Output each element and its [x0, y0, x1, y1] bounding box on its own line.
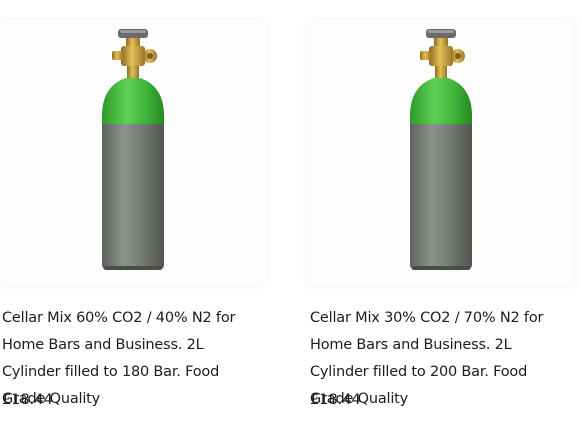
product-image[interactable]	[308, 20, 574, 286]
product-card[interactable]: Cellar Mix 60% CO2 / 40% N2 for Home Bar…	[0, 0, 272, 426]
product-image[interactable]	[0, 20, 266, 286]
product-card[interactable]: Cellar Mix 30% CO2 / 70% N2 for Home Bar…	[308, 0, 580, 426]
product-price: £18.44	[2, 392, 53, 408]
gas-cylinder-icon	[102, 29, 164, 270]
product-grid: Cellar Mix 60% CO2 / 40% N2 for Home Bar…	[0, 0, 582, 426]
gas-cylinder-icon	[410, 29, 472, 270]
product-price: £18.44	[310, 392, 361, 408]
